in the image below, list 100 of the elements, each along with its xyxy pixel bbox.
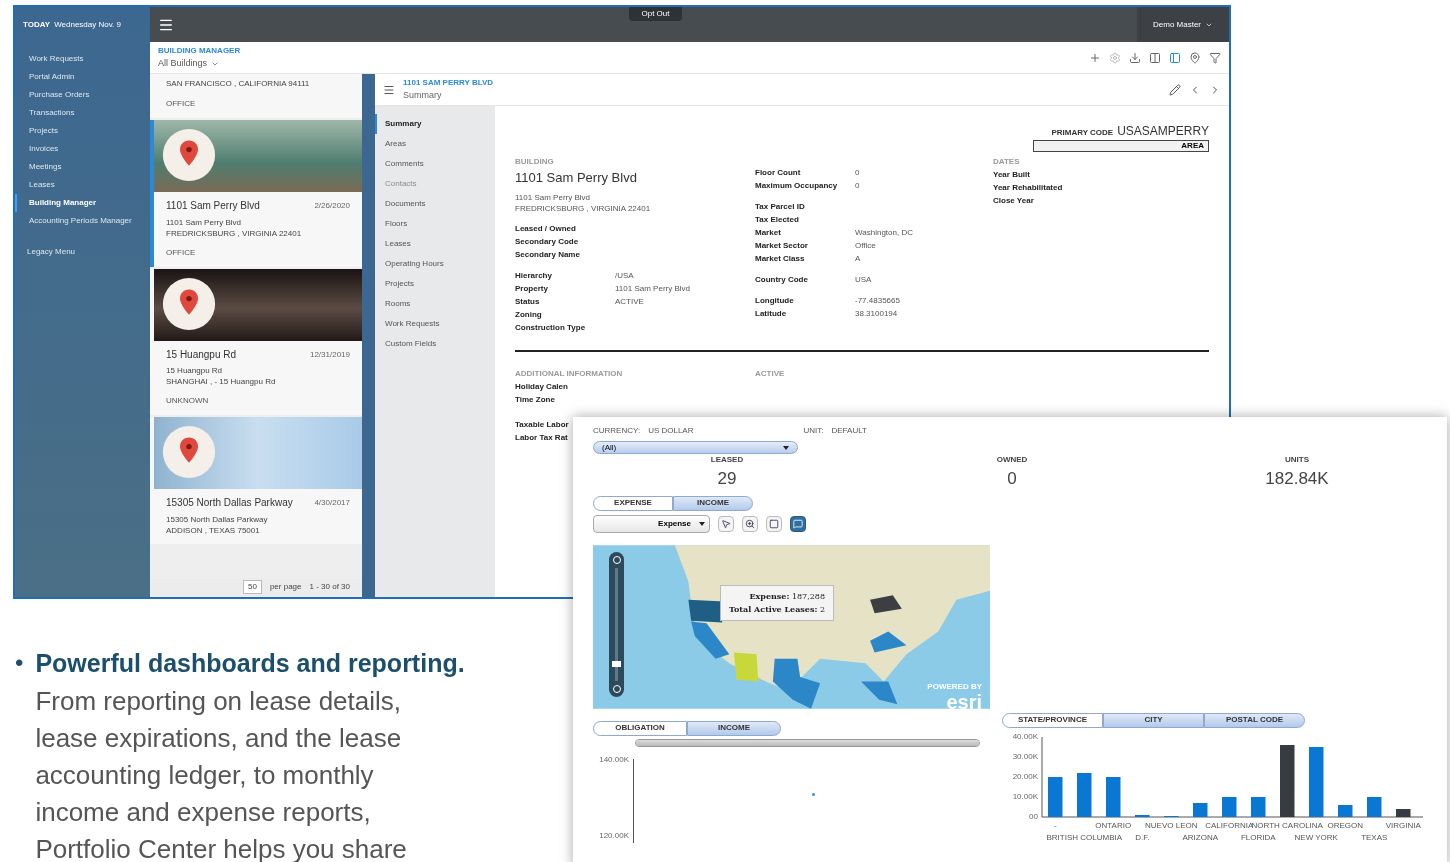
edit-icon[interactable] <box>1169 83 1181 96</box>
axis-tick-label: 120.00K <box>599 830 629 841</box>
range-slider-fill[interactable] <box>636 739 979 746</box>
section-item[interactable]: Rooms <box>375 294 495 314</box>
nav-item[interactable]: Work Requests <box>15 50 150 68</box>
nav-item[interactable]: Meetings <box>15 158 150 176</box>
nav-item[interactable]: Purchase Orders <box>15 86 150 104</box>
filter-icon[interactable] <box>1209 51 1221 64</box>
field-label: Secondary Code <box>515 235 580 248</box>
section-item[interactable]: Documents <box>375 194 495 214</box>
building-date: 2/26/2020 <box>314 200 350 212</box>
axis-tick-label: 20.00K <box>1012 771 1038 781</box>
axis-tick-label: 140.00K <box>599 754 629 765</box>
bar <box>1309 746 1324 817</box>
section-item[interactable]: Work Requests <box>375 314 495 334</box>
field-value: /USA <box>615 269 634 282</box>
field-label: Status <box>515 295 541 308</box>
map-tool-button[interactable] <box>790 515 806 532</box>
field-label: Year Rehabilitated <box>993 182 1064 194</box>
nav-item[interactable]: Invoices <box>15 140 150 158</box>
field-value: 1101 Sam Perry Blvd <box>615 282 690 295</box>
address-line: 1101 Sam Perry Blvd <box>515 191 591 203</box>
building-card[interactable]: 15305 North Dallas Parkway 4/30/2017 15305 North Dallas Parkway ADDISON , TEXAS 75001 <box>150 417 362 544</box>
add-icon[interactable] <box>1089 51 1101 64</box>
field-value: -77.4835665 <box>855 295 900 307</box>
section-heading: ACTIVE <box>755 367 786 380</box>
segment-tab[interactable]: OBLIGATION <box>593 720 687 736</box>
section-item[interactable]: Areas <box>375 134 495 154</box>
address-line: ADDISON , TEXAS 75001 <box>166 524 261 536</box>
field-value: ACTIVE <box>615 295 644 308</box>
building-card[interactable]: 15 Huangpu Rd 12/31/2019 15 Huangpu Rd SHANGHAI , - 15 Huangpu Rd UNKNOWN <box>150 268 362 415</box>
panel-icon[interactable] <box>1169 51 1181 64</box>
section-item[interactable]: Projects <box>375 274 495 294</box>
bar <box>1222 796 1237 817</box>
segment-tab[interactable]: INCOME <box>673 495 753 511</box>
building-card[interactable]: SAN FRANCISCO , CALIFORNIA 94111 OFFICE <box>150 74 362 118</box>
category-label: BRITISH COLUMBIA <box>1046 832 1123 842</box>
address-line: FREDRICKSBURG , VIRGINIA 22401 <box>166 227 303 239</box>
building-type: OFFICE <box>166 98 197 110</box>
zoom-slider[interactable] <box>609 551 624 697</box>
page-range: 1 - 30 of 30 <box>309 581 350 593</box>
map-tool-button[interactable] <box>766 515 782 532</box>
zoom-icon <box>745 518 755 529</box>
section-item[interactable]: Comments <box>375 154 495 174</box>
nav-item[interactable]: Portal Admin <box>15 68 150 86</box>
nav-item[interactable]: Legacy Menu <box>15 246 150 258</box>
bar <box>1367 796 1382 817</box>
data-point <box>812 792 815 796</box>
segment-tab[interactable]: POSTAL CODE <box>1204 712 1305 728</box>
section-item[interactable]: Leases <box>375 234 495 254</box>
field-label: Market Sector <box>755 240 809 252</box>
per-page-select[interactable]: 50 <box>243 580 262 594</box>
section-item[interactable]: Floors <box>375 214 495 234</box>
category-label: ARIZONA <box>1182 832 1219 842</box>
field-label: Year Built <box>993 169 1031 181</box>
columns-icon[interactable] <box>1149 51 1161 64</box>
map-pin-icon[interactable] <box>1189 51 1201 64</box>
user-menu[interactable]: Demo Master <box>1137 7 1229 42</box>
module-title: BUILDING MANAGER <box>158 44 241 57</box>
nav-item[interactable]: Accounting Periods Manager <box>15 212 150 230</box>
bar <box>1048 776 1063 817</box>
section-heading: BUILDING <box>515 156 555 168</box>
section-item[interactable]: Custom Fields <box>375 334 495 354</box>
field-label: Market Class <box>755 253 806 265</box>
building-type: OFFICE <box>166 246 197 259</box>
segment-tab[interactable]: EXPENSE <box>593 495 673 511</box>
address-line: FREDRICKSBURG , VIRGINIA 22401 <box>515 202 652 214</box>
building-date: 4/30/2017 <box>314 497 350 509</box>
segment-tab[interactable]: INCOME <box>687 720 781 736</box>
scope-dropdown[interactable]: All Buildings <box>158 56 241 71</box>
download-icon[interactable] <box>1129 51 1141 64</box>
menu-icon[interactable] <box>383 83 395 96</box>
opt-out-tab[interactable]: Opt Out <box>629 7 682 21</box>
building-title: 1101 Sam Perry Blvd <box>515 169 638 187</box>
segment-tab[interactable]: STATE/PROVINCE <box>1002 712 1103 728</box>
map-pin-thumbnail <box>162 128 216 182</box>
kpi-label: UNITS <box>1285 454 1309 466</box>
field-label: Close Year <box>993 195 1035 207</box>
map-tool-button[interactable] <box>742 515 758 532</box>
field-value: 0 <box>855 180 860 192</box>
segment-tab[interactable]: CITY <box>1103 712 1204 728</box>
field-label: Market <box>755 227 782 239</box>
esri-logo: esri <box>946 692 982 711</box>
field-value: 38.3100194 <box>855 308 898 320</box>
nav-item[interactable]: Transactions <box>15 104 150 122</box>
metric-dropdown[interactable]: Expense <box>593 514 710 533</box>
nav-item[interactable]: Leases <box>15 176 150 194</box>
axis-tick-label: 40.00K <box>1012 731 1038 741</box>
zoom-thumb[interactable] <box>612 660 621 667</box>
pointer-icon <box>721 518 731 529</box>
map-tool-button[interactable] <box>718 515 734 532</box>
axis-tick-label: 10.00K <box>1012 791 1038 801</box>
field-label: Tax Elected <box>755 214 800 226</box>
feature-heading: Powerful dashboards and reporting. <box>35 648 465 679</box>
nav-item[interactable]: Projects <box>15 122 150 140</box>
filter-dropdown[interactable]: (All) <box>593 441 798 454</box>
building-card[interactable]: 1101 Sam Perry Blvd 2/26/2020 1101 Sam Perry Blvd FREDRICKSBURG , VIRGINIA 22401 OFFICE <box>150 120 362 267</box>
category-label: NUEVO LEON <box>1145 820 1198 830</box>
section-item[interactable]: Operating Hours <box>375 254 495 274</box>
field-value: USA <box>855 274 872 286</box>
